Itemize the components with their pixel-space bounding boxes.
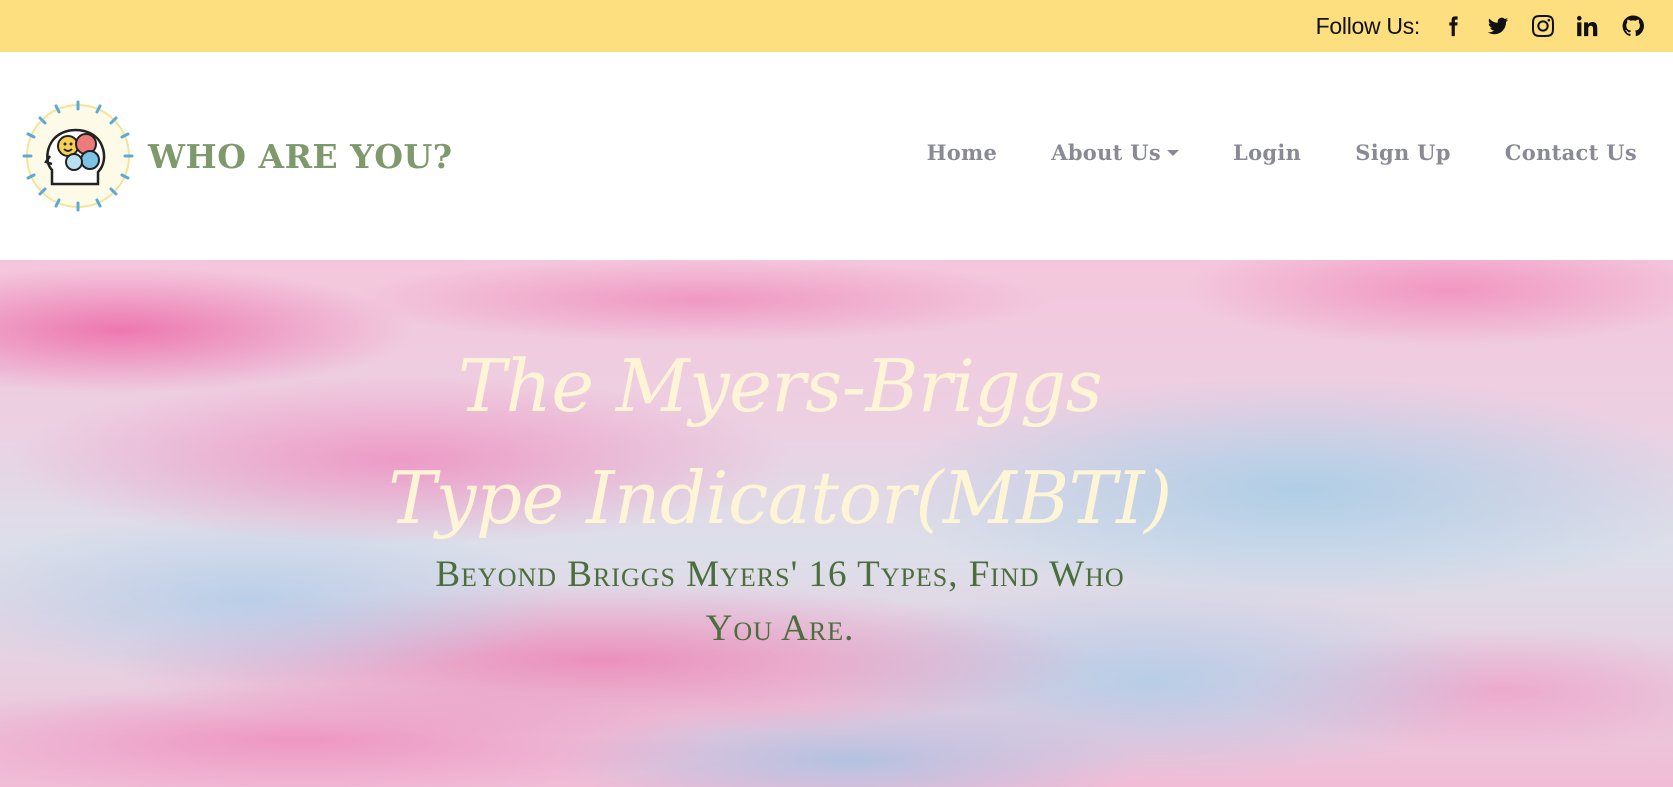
instagram-link[interactable]: [1520, 10, 1565, 42]
nav-about-us[interactable]: About Us: [1051, 140, 1180, 165]
facebook-icon: [1448, 16, 1458, 37]
brain-head-logo-icon: [22, 100, 134, 212]
linkedin-link[interactable]: [1565, 10, 1610, 42]
site-header: WHO ARE YOU? Home About Us Login Sign Up…: [0, 52, 1673, 260]
hero-banner: The Myers-Briggs Type Indicator(MBTI) Be…: [0, 260, 1673, 787]
brand-link[interactable]: WHO ARE YOU?: [22, 100, 453, 212]
social-links: [1430, 10, 1655, 42]
github-icon: [1622, 15, 1644, 37]
nav-about-us-label: About Us: [1051, 140, 1162, 165]
hero-title: The Myers-Briggs Type Indicator(MBTI): [388, 344, 1172, 540]
main-nav: Home About Us Login Sign Up Contact Us: [873, 140, 1637, 165]
facebook-link[interactable]: [1430, 10, 1475, 42]
hero-subtitle: Beyond Briggs Myers' 16 Types, Find Who …: [435, 554, 1125, 649]
linkedin-icon: [1576, 15, 1597, 37]
github-link[interactable]: [1610, 10, 1655, 42]
twitter-link[interactable]: [1475, 10, 1520, 42]
nav-home[interactable]: Home: [927, 140, 998, 165]
chevron-down-icon: [1167, 149, 1180, 156]
nav-contact-us[interactable]: Contact Us: [1505, 140, 1637, 165]
hero-content: The Myers-Briggs Type Indicator(MBTI) Be…: [0, 260, 1560, 787]
follow-us-label: Follow Us:: [1315, 12, 1421, 39]
instagram-icon: [1531, 15, 1554, 37]
brand-name: WHO ARE YOU?: [148, 136, 453, 176]
twitter-icon: [1487, 17, 1508, 35]
nav-login[interactable]: Login: [1233, 140, 1301, 165]
nav-sign-up[interactable]: Sign Up: [1355, 140, 1451, 165]
top-bar: Follow Us:: [0, 0, 1673, 52]
